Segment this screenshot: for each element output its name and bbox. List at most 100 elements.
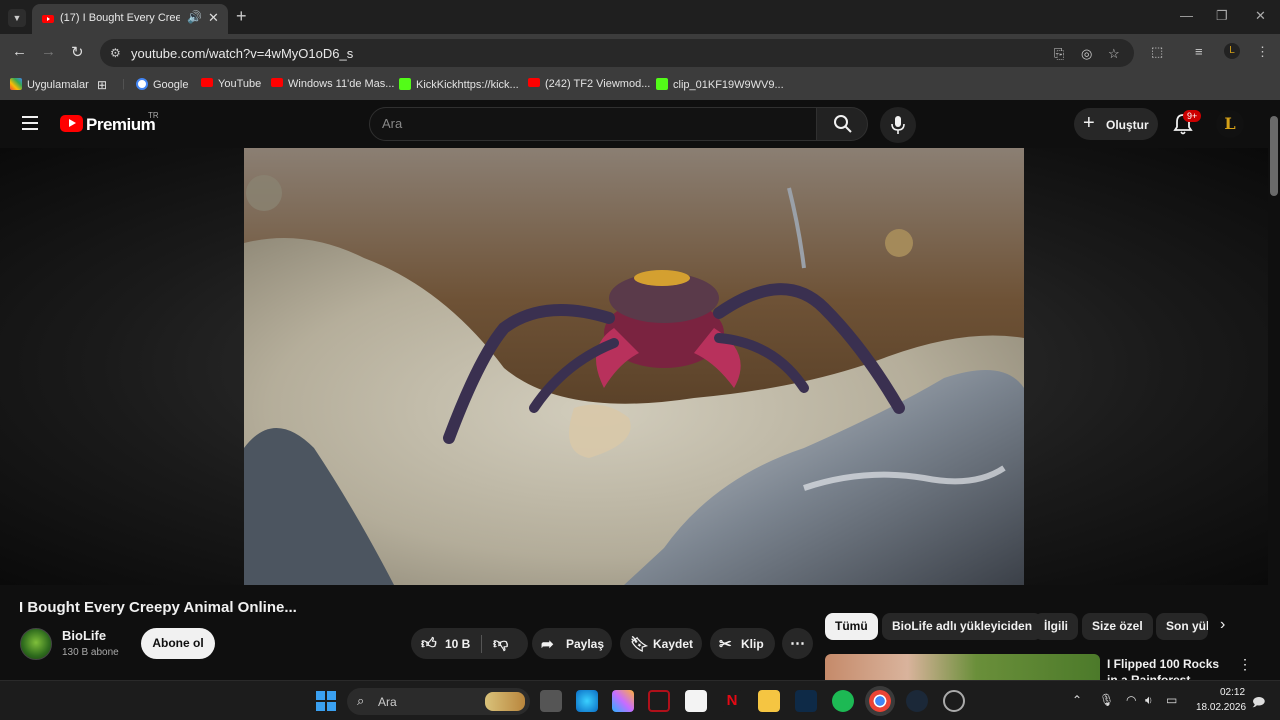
window-close-icon[interactable]: ✕ <box>1255 8 1266 24</box>
bookmark-windows11[interactable]: Windows 11'de Mas... <box>271 78 394 90</box>
voice-search-button[interactable] <box>880 107 916 143</box>
notifications-icon[interactable]: 🗩 <box>1252 693 1265 714</box>
forward-icon[interactable]: → <box>41 43 56 60</box>
suggested-more-icon[interactable]: ⋮ <box>1238 656 1252 673</box>
create-button[interactable]: + Oluştur <box>1074 108 1158 140</box>
create-label: Oluştur <box>1106 118 1149 132</box>
tab-search-menu-icon[interactable]: ▼ <box>8 9 26 27</box>
browser-menu-icon[interactable]: ⋮ <box>1256 44 1269 60</box>
settings-app-icon[interactable] <box>943 690 965 712</box>
extensions-icon[interactable]: ⬚ <box>1151 44 1163 60</box>
chip-recent[interactable]: Son yük <box>1156 613 1208 640</box>
search-button[interactable] <box>816 107 868 141</box>
apps-grid-icon <box>10 78 22 90</box>
bookmark-star-icon[interactable]: ☆ <box>1108 46 1120 62</box>
steam-icon[interactable] <box>906 690 928 712</box>
address-bar[interactable]: ⚙ youtube.com/watch?v=4wMyO1oD6_s ⎘ ◎ ☆ <box>100 39 1134 67</box>
share-button[interactable]: ➦ Paylaş <box>532 628 612 659</box>
bookmark-clip[interactable]: clip_01KF19W9WV9... <box>656 78 784 91</box>
channel-avatar[interactable] <box>20 628 52 660</box>
spotify-icon[interactable] <box>832 690 854 712</box>
chip-from-uploader[interactable]: BioLife adlı yükleyiciden <box>882 613 1043 640</box>
search-input[interactable] <box>382 116 802 131</box>
clock-time[interactable]: 02:12 <box>1220 687 1245 698</box>
youtube-logo-icon[interactable] <box>60 115 83 132</box>
chip-all[interactable]: Tümü <box>825 613 878 640</box>
wifi-icon[interactable]: ◠ <box>1126 693 1136 707</box>
save-label: Kaydet <box>653 637 694 651</box>
youtube-icon <box>271 78 283 87</box>
chrome-icon[interactable] <box>869 690 891 712</box>
suggested-video-thumbnail[interactable] <box>825 654 1100 680</box>
taskbar-search-label: Ara <box>378 695 397 709</box>
tab-audio-icon[interactable]: 🔊 <box>187 10 202 24</box>
volume-icon[interactable]: 🔉︎ <box>1145 693 1153 708</box>
profile-icon[interactable]: L <box>1224 43 1240 59</box>
save-button[interactable]: 🔖︎ Kaydet <box>620 628 702 659</box>
subscribe-button[interactable]: Abone ol <box>141 628 215 659</box>
suggested-video-title[interactable]: I Flipped 100 Rocks in a Rainforest. Her… <box>1107 656 1227 680</box>
tab-title: (17) I Bought Every Creepy <box>60 12 180 24</box>
netflix-icon[interactable]: N <box>721 690 743 712</box>
account-avatar[interactable]: L <box>1216 110 1244 138</box>
bookmark-youtube[interactable]: YouTube <box>201 78 261 90</box>
edge-icon[interactable] <box>576 690 598 712</box>
tab-groups-icon[interactable]: ⊞ <box>97 78 107 92</box>
battery-icon[interactable]: ▭ <box>1166 693 1177 707</box>
taskbar-search[interactable]: ⌕ Ara <box>347 688 530 715</box>
search-box[interactable] <box>369 107 817 141</box>
bookmark-kick[interactable]: KickKickhttps://kick... <box>399 78 519 91</box>
bookmark-tf2[interactable]: (242) TF2 Viewmod... <box>528 78 650 90</box>
share-label: Paylaş <box>566 637 605 651</box>
task-view-icon[interactable] <box>540 690 562 712</box>
page-scrollbar[interactable] <box>1268 100 1280 680</box>
install-app-icon[interactable]: ⎘ <box>1054 46 1064 62</box>
bookmark-google[interactable]: Google <box>136 78 188 91</box>
channel-name[interactable]: BioLife <box>62 628 106 643</box>
hamburger-menu-icon[interactable] <box>22 116 38 130</box>
reload-icon[interactable]: ↻ <box>71 43 84 61</box>
gaming-app-icon[interactable] <box>648 690 670 712</box>
chip-for-you[interactable]: Size özel <box>1082 613 1153 640</box>
back-icon[interactable]: ← <box>12 43 27 60</box>
more-actions-button[interactable]: ⋯ <box>782 628 813 659</box>
clip-button[interactable]: ✂ Klip <box>710 628 775 659</box>
tab-close-icon[interactable]: ✕ <box>208 10 219 26</box>
browser-tab-active[interactable]: (17) I Bought Every Creepy 🔊 ✕ <box>32 4 228 34</box>
store-icon[interactable] <box>685 690 707 712</box>
youtube-premium-logo[interactable]: Premium <box>86 115 156 135</box>
video-player[interactable] <box>0 148 1268 585</box>
youtube-icon <box>201 78 213 87</box>
thumbs-up-icon[interactable]: 👍︎ <box>421 635 437 653</box>
search-highlight-icon <box>485 692 525 711</box>
youtube-header: Premium TR + Oluştur 9+ L <box>0 100 1268 148</box>
new-tab-icon[interactable]: + <box>236 6 247 27</box>
url-text[interactable]: youtube.com/watch?v=4wMyO1oD6_s <box>131 46 353 61</box>
thumbs-down-icon[interactable]: 👎︎ <box>493 635 508 653</box>
clock-date[interactable]: 18.02.2026 <box>1196 702 1246 713</box>
maximize-icon[interactable]: ❐ <box>1216 8 1228 24</box>
media-control-icon[interactable]: ≡ <box>1195 44 1203 59</box>
tray-microphone-icon[interactable]: 🎙︎ <box>1099 693 1114 707</box>
file-explorer-icon[interactable] <box>758 690 780 712</box>
scrollbar-thumb[interactable] <box>1270 116 1278 196</box>
search-icon: ⌕ <box>357 693 365 708</box>
browser-toolbar: ← → ↻ ⚙ youtube.com/watch?v=4wMyO1oD6_s … <box>0 34 1280 72</box>
tray-chevron-up-icon[interactable]: ⌃ <box>1072 693 1082 707</box>
bookmark-apps[interactable]: Uygulamalar <box>10 78 89 91</box>
like-count[interactable]: 10 B <box>445 637 470 651</box>
tracking-eye-icon[interactable]: ◎ <box>1081 46 1092 62</box>
copilot-icon[interactable] <box>612 690 634 712</box>
chip-related[interactable]: İlgili <box>1034 613 1078 640</box>
subscriber-count: 130 B abone <box>62 647 119 658</box>
microphone-icon <box>891 116 905 134</box>
site-info-icon[interactable]: ⚙ <box>110 46 121 60</box>
video-frame[interactable] <box>244 148 1024 585</box>
minimize-icon[interactable]: — <box>1180 8 1193 23</box>
kick-icon <box>399 78 411 90</box>
windows-start-icon[interactable] <box>316 691 336 711</box>
disney-plus-icon[interactable] <box>795 690 817 712</box>
browser-tab-strip: ▼ (17) I Bought Every Creepy 🔊 ✕ + — ❐ ✕ <box>0 0 1280 34</box>
like-dislike-group: 👍︎ 10 B 👎︎ <box>411 628 528 659</box>
chevron-right-icon[interactable]: › <box>1220 616 1225 634</box>
